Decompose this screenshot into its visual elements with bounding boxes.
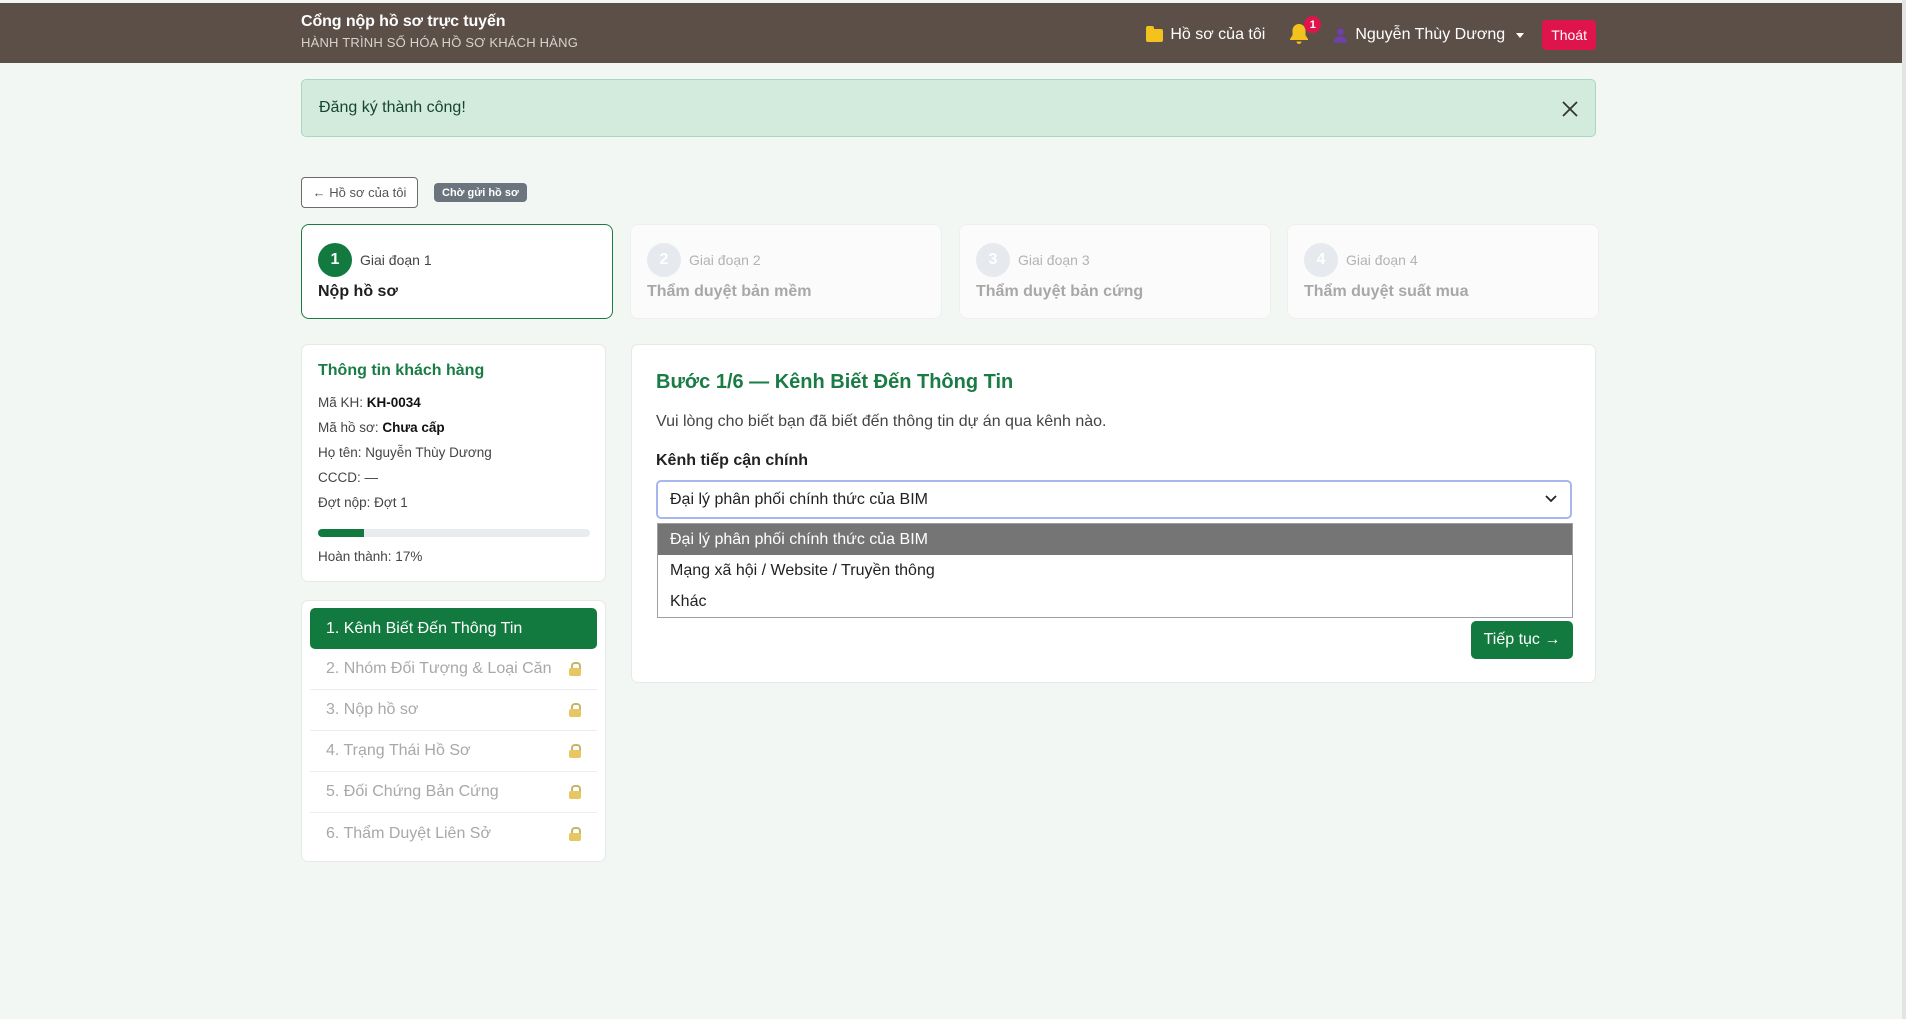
- brand: Cổng nộp hồ sơ trực tuyến HÀNH TRÌNH SỐ …: [301, 13, 578, 50]
- step-item-1[interactable]: 1. Kênh Biết Đến Thông Tin: [310, 608, 597, 649]
- progress-fill: [318, 529, 365, 537]
- status-badge: Chờ gửi hồ sơ: [434, 183, 527, 202]
- full-name-row: Họ tên: Nguyễn Thùy Dương: [318, 444, 589, 469]
- user-name: Nguyễn Thùy Dương: [1355, 26, 1506, 43]
- form-title: Bước 1/6 — Kênh Biết Đến Thông Tin: [656, 371, 1014, 393]
- stage-label: Giai đoạn 2: [689, 252, 761, 268]
- customer-code-row: Mã KH: KH-0034: [318, 394, 589, 419]
- steps-nav: 1. Kênh Biết Đến Thông Tin 2. Nhóm Đối T…: [301, 600, 606, 862]
- stage-1: 1 Giai đoạn 1 Nộp hồ sơ: [301, 224, 613, 319]
- submission-round-label: Đợt nộp:: [318, 495, 371, 510]
- brand-title: Cổng nộp hồ sơ trực tuyến: [301, 13, 506, 30]
- stage-3: 3 Giai đoạn 3 Thẩm duyệt bản cứng: [959, 224, 1271, 319]
- stage-title: Thẩm duyệt bản cứng: [976, 283, 1144, 300]
- customer-info-title: Thông tin khách hàng: [318, 362, 485, 379]
- lock-icon: [569, 703, 581, 717]
- step-label: 4. Trạng Thái Hồ Sơ: [326, 742, 471, 759]
- file-code-row: Mã hồ sơ: Chưa cấp: [318, 419, 589, 444]
- step-item-3[interactable]: 3. Nộp hồ sơ: [310, 690, 597, 731]
- stage-label: Giai đoạn 1: [360, 252, 432, 268]
- step-label: 2. Nhóm Đối Tượng & Loại Căn: [326, 660, 552, 677]
- form-description: Vui lòng cho biết bạn đã biết đến thông …: [656, 413, 1107, 430]
- stage-label: Giai đoạn 4: [1346, 252, 1418, 268]
- alert-message: Đăng ký thành công!: [319, 99, 466, 116]
- continue-button[interactable]: Tiếp tục →: [1471, 621, 1573, 659]
- step-item-6[interactable]: 6. Thẩm Duyệt Liên Sở: [310, 813, 597, 854]
- scrollbar-track[interactable]: [1902, 0, 1906, 1019]
- lock-icon: [569, 662, 581, 676]
- channel-select-value: Đại lý phân phối chính thức của BIM: [670, 490, 928, 508]
- top-navbar: Cổng nộp hồ sơ trực tuyến HÀNH TRÌNH SỐ …: [0, 3, 1902, 63]
- stage-number: 1: [318, 243, 352, 277]
- id-card-row: CCCD: —: [318, 469, 589, 494]
- user-icon: [1333, 27, 1348, 43]
- id-card-value: —: [364, 470, 379, 485]
- customer-info-card: Thông tin khách hàng Mã KH: KH-0034 Mã h…: [301, 344, 606, 582]
- caret-down-icon: [1516, 32, 1525, 38]
- customer-code-label: Mã KH:: [318, 395, 364, 410]
- channel-select[interactable]: Đại lý phân phối chính thức của BIM: [656, 480, 1572, 519]
- step-item-5[interactable]: 5. Đối Chứng Bản Cứng: [310, 772, 597, 813]
- my-files-link[interactable]: Hồ sơ của tôi: [1146, 25, 1266, 44]
- step-label: 5. Đối Chứng Bản Cứng: [326, 783, 499, 800]
- channel-dropdown-list: Đại lý phân phối chính thức của BIM Mạng…: [657, 523, 1573, 618]
- brand-subtitle: HÀNH TRÌNH SỐ HÓA HỒ SƠ KHÁCH HÀNG: [301, 35, 579, 50]
- user-menu-toggle[interactable]: Nguyễn Thùy Dương: [1333, 26, 1525, 44]
- id-card-label: CCCD:: [318, 470, 361, 485]
- step-label: 6. Thẩm Duyệt Liên Sở: [326, 824, 491, 842]
- submission-round-row: Đợt nộp: Đợt 1: [318, 494, 589, 519]
- step-item-4[interactable]: 4. Trạng Thái Hồ Sơ: [310, 731, 597, 772]
- lock-icon: [569, 826, 581, 841]
- logout-button[interactable]: Thoát: [1542, 20, 1596, 50]
- completion-progress-bar: [318, 529, 590, 537]
- stage-title: Thẩm duyệt suất mua: [1304, 283, 1469, 300]
- stage-4: 4 Giai đoạn 4 Thẩm duyệt suất mua: [1287, 224, 1599, 319]
- navbar-actions: Hồ sơ của tôi 1 Nguyễn Thùy Dương Thoát: [1146, 16, 1596, 53]
- stage-2: 2 Giai đoạn 2 Thẩm duyệt bản mềm: [630, 224, 942, 319]
- notification-badge: 1: [1304, 16, 1322, 33]
- full-name-label: Họ tên:: [318, 445, 362, 460]
- completion-text: Hoàn thành: 17%: [318, 549, 423, 564]
- dropdown-option[interactable]: Khác: [658, 586, 1572, 617]
- lock-icon: [569, 744, 581, 758]
- notifications-button[interactable]: 1: [1287, 16, 1322, 48]
- stage-number: 2: [647, 243, 681, 277]
- success-alert: Đăng ký thành công!: [301, 79, 1596, 137]
- stage-label: Giai đoạn 3: [1018, 252, 1090, 268]
- stage-title: Nộp hồ sơ: [318, 283, 398, 300]
- stage-number: 3: [976, 243, 1010, 277]
- dropdown-option[interactable]: Mạng xã hội / Website / Truyền thông: [658, 555, 1572, 586]
- folder-icon: [1146, 25, 1164, 42]
- file-code-value: Chưa cấp: [382, 420, 445, 435]
- back-to-my-files-button[interactable]: ← Hồ sơ của tôi: [301, 177, 418, 208]
- close-icon[interactable]: [1559, 98, 1581, 120]
- lock-icon: [569, 785, 581, 799]
- channel-field-label: Kênh tiếp cận chính: [656, 452, 809, 469]
- chevron-down-icon: [1545, 495, 1557, 503]
- step-item-2[interactable]: 2. Nhóm Đối Tượng & Loại Căn: [310, 649, 597, 690]
- step-form-card: Bước 1/6 — Kênh Biết Đến Thông Tin Vui l…: [631, 344, 1596, 683]
- file-code-label: Mã hồ sơ:: [318, 420, 379, 435]
- step-label: 1. Kênh Biết Đến Thông Tin: [326, 619, 523, 637]
- dropdown-option[interactable]: Đại lý phân phối chính thức của BIM: [658, 524, 1572, 555]
- submission-round-value: Đợt 1: [374, 495, 408, 510]
- stage-title: Thẩm duyệt bản mềm: [647, 283, 812, 300]
- full-name-value: Nguyễn Thùy Dương: [365, 445, 492, 460]
- step-label: 3. Nộp hồ sơ: [326, 701, 419, 718]
- my-files-label: Hồ sơ của tôi: [1170, 26, 1266, 43]
- stage-number: 4: [1304, 243, 1338, 277]
- customer-code-value: KH-0034: [366, 395, 421, 410]
